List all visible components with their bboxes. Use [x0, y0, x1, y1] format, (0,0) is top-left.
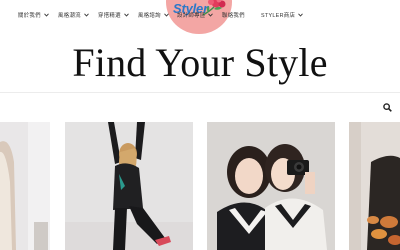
nav-item-contact[interactable]: 聯絡我們: [222, 11, 245, 19]
nav-item-label: 關於我們: [18, 13, 41, 19]
nav-item-shop[interactable]: STYLER商店: [261, 11, 303, 19]
nav-item-label: 聯絡我們: [222, 13, 245, 19]
nav-item-label: 風格諮詢: [138, 13, 161, 19]
nav-item-label: STYLER商店: [261, 13, 296, 19]
nav-item-trends[interactable]: 風格潮流: [58, 11, 89, 19]
nav-item-label: 穿搭精選: [98, 13, 121, 19]
gallery-photo[interactable]: [349, 122, 400, 250]
chevron-down-icon: [123, 13, 129, 17]
chevron-down-icon: [83, 13, 89, 17]
gallery-photo[interactable]: [0, 122, 50, 250]
search-icon[interactable]: [383, 103, 392, 112]
nav-item-label: 設計師專區: [177, 13, 206, 19]
nav-item-designers[interactable]: 設計師專區: [177, 11, 214, 19]
photo-two-women-camera: [207, 122, 335, 250]
chevron-down-icon: [163, 13, 169, 17]
gallery-photo[interactable]: [65, 122, 193, 250]
nav-item-label: 風格潮流: [58, 13, 81, 19]
chevron-down-icon: [208, 13, 214, 17]
main-nav: [0, 92, 400, 122]
gallery-photo[interactable]: [207, 122, 335, 250]
photo-white-outfit: [0, 122, 50, 250]
photo-autumn-leaves: [349, 122, 400, 250]
site-title[interactable]: Find Your Style: [0, 41, 400, 85]
nav-item-outfits[interactable]: 穿搭精選: [98, 11, 129, 19]
chevron-down-icon: [43, 13, 49, 17]
nav-item-about[interactable]: 關於我們: [18, 11, 49, 19]
chevron-down-icon: [298, 13, 303, 17]
photo-sportswear-woman: [65, 122, 193, 250]
nav-item-consult[interactable]: 風格諮詢: [138, 11, 169, 19]
